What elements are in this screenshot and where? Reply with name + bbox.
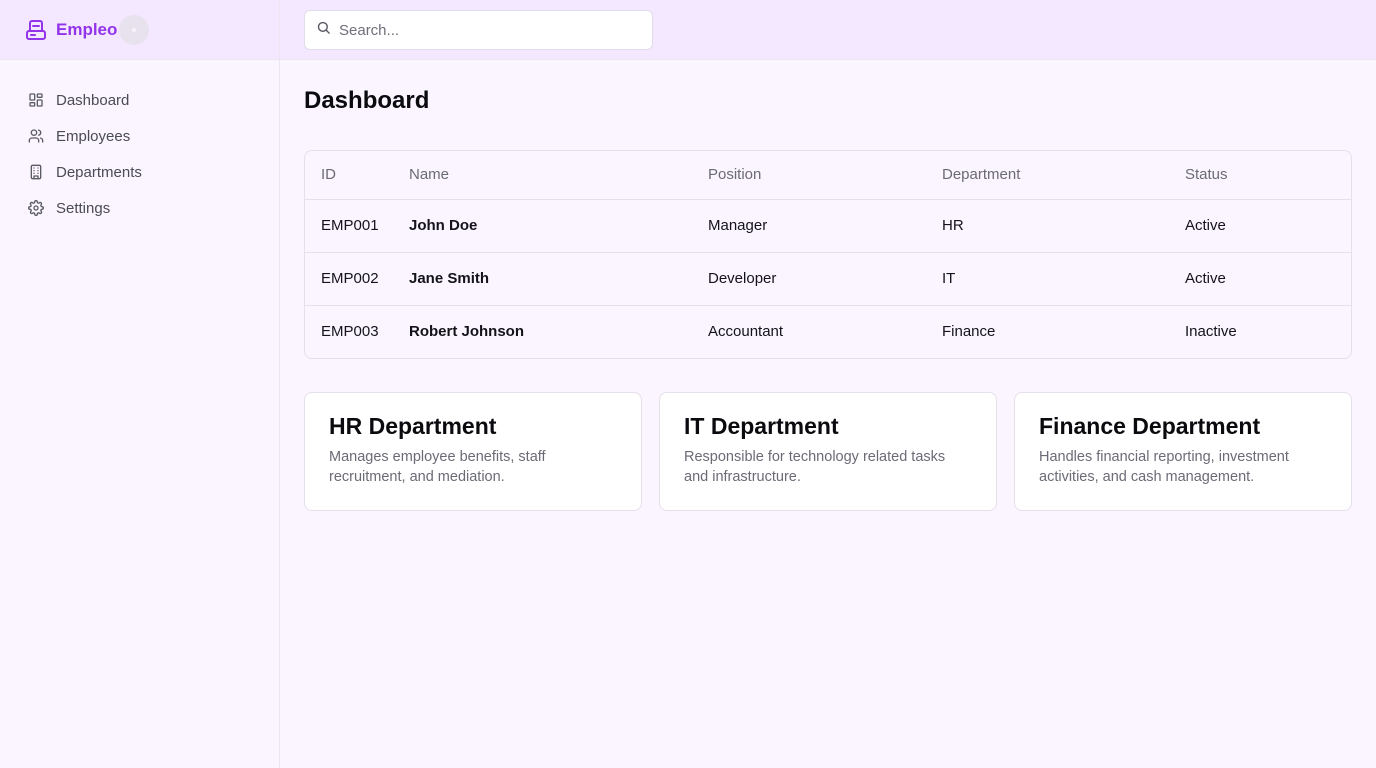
layout-dashboard-icon: [28, 92, 44, 108]
cell-department: IT: [942, 252, 1185, 306]
sidebar-item-label: Employees: [56, 127, 131, 145]
department-cards: HR Department Manages employee benefits,…: [304, 392, 1352, 511]
column-header-name[interactable]: Name: [409, 151, 708, 200]
search-icon: [316, 20, 331, 40]
sidebar-item-dashboard[interactable]: Dashboard: [0, 82, 279, 118]
department-card-hr[interactable]: HR Department Manages employee benefits,…: [304, 392, 642, 511]
column-header-id[interactable]: ID: [305, 151, 409, 200]
sidebar-item-departments[interactable]: Departments: [0, 154, 279, 190]
department-card-it[interactable]: IT Department Responsible for technology…: [659, 392, 997, 511]
card-title: HR Department: [329, 413, 497, 439]
card-title: IT Department: [684, 413, 839, 439]
gear-icon: [28, 200, 44, 216]
table-row[interactable]: EMP002 Jane Smith Developer IT Active: [305, 252, 1351, 306]
table-row[interactable]: EMP001 John Doe Manager HR Active: [305, 199, 1351, 253]
cell-department: Finance: [942, 323, 996, 341]
employees-table: ID Name Position Department Status EMP00…: [304, 150, 1352, 359]
sidebar-item-label: Departments: [56, 163, 142, 181]
search-input[interactable]: [339, 21, 639, 39]
sidebar-nav: Dashboard Employees Departments Settings: [0, 60, 279, 226]
cell-name: Robert Johnson: [409, 323, 524, 341]
card-description: Manages employee benefits, staff recruit…: [329, 449, 546, 485]
cell-status: Active: [1185, 199, 1351, 253]
column-header-department[interactable]: Department: [942, 151, 1185, 200]
sidebar: Empleo Dashboard Employees Departments S…: [0, 0, 280, 768]
cell-id: EMP002: [305, 252, 409, 306]
cell-id: EMP003: [321, 323, 379, 341]
cell-position: Accountant: [708, 323, 784, 341]
building-icon: [28, 164, 44, 180]
brand[interactable]: Empleo: [0, 0, 279, 60]
sidebar-item-label: Settings: [56, 199, 111, 217]
server-stack-icon: [24, 18, 48, 42]
cell-name: John Doe: [409, 199, 708, 253]
table-header-row: ID Name Position Department Status: [305, 151, 1351, 200]
sidebar-item-settings[interactable]: Settings: [0, 190, 279, 226]
card-description: Responsible for technology related tasks…: [684, 449, 946, 485]
topbar: [280, 0, 1376, 60]
cell-status: Inactive: [1185, 323, 1237, 341]
column-header-position[interactable]: Position: [708, 151, 942, 200]
page-title: Dashboard: [304, 87, 430, 114]
users-icon: [28, 128, 44, 144]
cell-department: HR: [942, 199, 1185, 253]
table-row[interactable]: EMP003 Robert Johnson Accountant Finance…: [305, 305, 1351, 358]
brand-name: Empleo: [56, 19, 118, 39]
cell-name: Jane Smith: [409, 252, 708, 306]
cell-status: Active: [1185, 252, 1351, 306]
card-description: Handles financial reporting, investment …: [1039, 449, 1289, 485]
card-title: Finance Department: [1039, 413, 1261, 439]
cell-id: EMP001: [305, 199, 409, 253]
main-content: Dashboard ID Name Position Department St…: [304, 60, 1352, 511]
sidebar-item-label: Dashboard: [56, 91, 130, 109]
cell-position: Manager: [708, 199, 942, 253]
search-box[interactable]: [304, 10, 653, 50]
department-card-finance[interactable]: Finance Department Handles financial rep…: [1014, 392, 1352, 511]
avatar[interactable]: [119, 14, 150, 45]
sidebar-item-employees[interactable]: Employees: [0, 118, 279, 154]
column-header-status[interactable]: Status: [1185, 151, 1351, 200]
cell-position: Developer: [708, 252, 942, 306]
